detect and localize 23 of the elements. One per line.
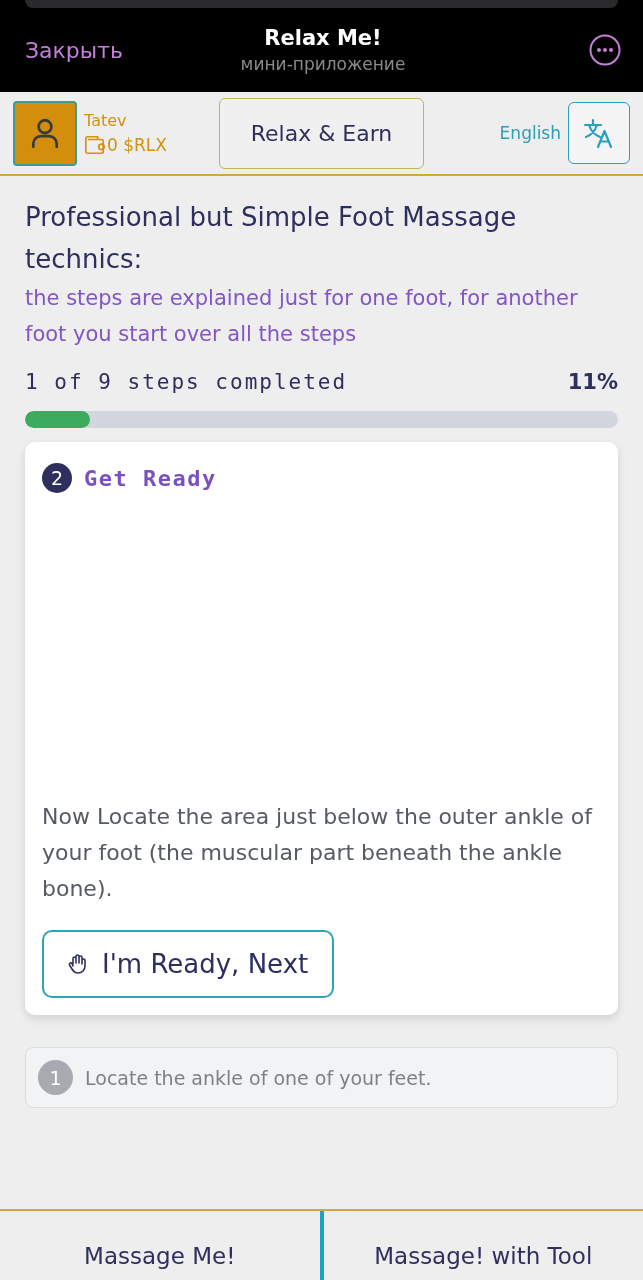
progress-percent: 11% — [567, 370, 618, 394]
next-button[interactable]: I'm Ready, Next — [42, 930, 334, 998]
step-number: 1 — [38, 1060, 73, 1095]
close-button[interactable]: Закрыть — [25, 37, 123, 63]
completed-step[interactable]: 1 Locate the ankle of one of your feet. — [25, 1047, 618, 1108]
step-title: Get Ready — [84, 465, 217, 491]
more-icon[interactable] — [589, 34, 621, 66]
window-subtitle: мини-приложение — [240, 53, 406, 76]
page-heading: Professional but Simple Foot Massage technics: — [25, 201, 518, 276]
instruction-note: the steps are explained just for one foot, for another foot you start over all the steps — [25, 285, 579, 348]
step-text: Locate the ankle of one of your feet. — [85, 1066, 432, 1089]
step-number: 2 — [42, 463, 72, 493]
window-title: Relax Me! — [264, 25, 382, 52]
wallet-icon — [84, 133, 106, 156]
progress-label: 1 of 9 steps completed — [25, 370, 348, 394]
language-label: English — [499, 123, 561, 143]
step-description: Now Locate the area just below the outer ankle of your foot (the muscular part beneath the ankle bone). — [42, 803, 594, 903]
user-name: Tatev — [84, 110, 128, 131]
token-balance: 0 $RLX — [107, 133, 167, 156]
translate-button[interactable] — [568, 102, 630, 164]
relax-earn-button[interactable]: Relax & Earn — [219, 97, 424, 169]
translate-icon — [583, 117, 615, 149]
avatar-icon[interactable] — [13, 100, 77, 166]
